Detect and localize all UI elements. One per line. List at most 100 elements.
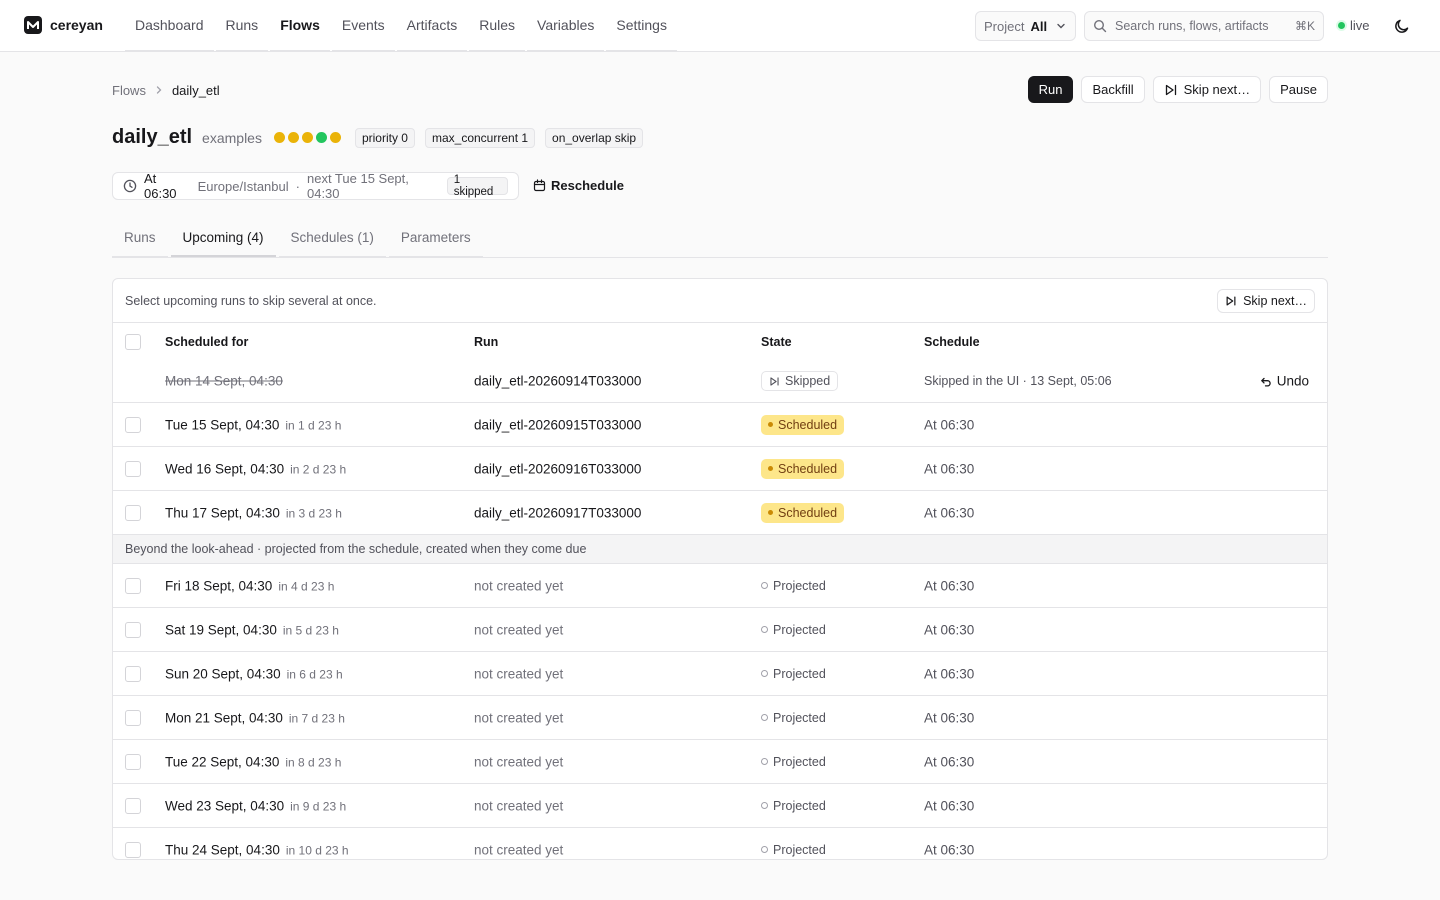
page-title: daily_etl xyxy=(112,126,193,148)
select-all-checkbox[interactable] xyxy=(125,333,141,350)
row-checkbox[interactable] xyxy=(125,621,141,638)
upcoming-runs-card: Select upcoming runs to skip several at … xyxy=(112,278,1328,860)
nav-item-runs[interactable]: Runs xyxy=(215,0,269,51)
live-status-dot-icon xyxy=(1338,22,1345,29)
row-checkbox[interactable] xyxy=(125,841,141,858)
brand[interactable]: cereyan xyxy=(24,16,103,34)
state-badge-projected: Projected xyxy=(761,796,826,816)
table-row-skipped: Mon 14 Sept, 04:30 daily_etl-20260914T03… xyxy=(113,360,1327,403)
schedule-info: At 06:30 xyxy=(924,578,975,593)
row-checkbox[interactable] xyxy=(125,709,141,726)
relative-time: in 3 d 23 h xyxy=(285,506,342,520)
search-input[interactable] xyxy=(1115,19,1287,33)
table-row-projected: Wed 23 Sept, 04:30 in 9 d 23 h not create… xyxy=(113,784,1327,828)
state-badge-skipped: Skipped xyxy=(761,371,839,391)
row-checkbox[interactable] xyxy=(125,577,141,594)
run-name: not created yet xyxy=(474,798,564,813)
tab-parameters[interactable]: Parameters xyxy=(388,222,483,257)
run-name[interactable]: daily_etl-20260916T033000 xyxy=(474,461,641,476)
bulk-skip-hint: Select upcoming runs to skip several at … xyxy=(125,293,377,308)
schedule-next: next Tue 15 Sept, 04:30 xyxy=(306,171,409,201)
breadcrumb-flows-link[interactable]: Flows xyxy=(112,83,146,98)
schedule-info: At 06:30 xyxy=(924,622,975,637)
project-select-value: All xyxy=(1030,18,1048,34)
row-checkbox[interactable] xyxy=(125,753,141,770)
schedule-info: At 06:30 xyxy=(924,754,975,769)
state-dot-icon xyxy=(761,626,768,633)
state-dot-icon xyxy=(768,466,773,471)
schedule-separator: · xyxy=(295,178,300,194)
run-name[interactable]: daily_etl-20260917T033000 xyxy=(474,505,641,520)
skip-next-button[interactable]: Skip next… xyxy=(1152,76,1262,103)
skip-forward-icon xyxy=(769,376,780,387)
state-badge-scheduled: Scheduled xyxy=(761,414,845,435)
state-dot-icon xyxy=(761,670,768,677)
table-row-projected: Mon 21 Sept, 04:30 in 7 d 23 h not create… xyxy=(113,696,1327,740)
recent-run-states xyxy=(273,132,341,143)
state-badge-projected: Projected xyxy=(761,840,826,860)
run-name[interactable]: daily_etl-20260915T033000 xyxy=(474,417,641,432)
run-state-dot xyxy=(315,132,327,143)
pause-button[interactable]: Pause xyxy=(1269,76,1328,103)
nav-item-settings[interactable]: Settings xyxy=(606,0,677,51)
run-button[interactable]: Run xyxy=(1027,76,1074,103)
table-row-projected: Sun 20 Sept, 04:30 in 6 d 23 h not create… xyxy=(113,652,1327,696)
tab-runs[interactable]: Runs xyxy=(112,222,168,257)
top-navigation-bar: cereyan Dashboard Runs Flows Events Arti… xyxy=(0,0,1440,52)
schedule-summary: At 06:30 Europe/Istanbul · next Tue 15 S… xyxy=(112,171,519,201)
column-header-schedule: Schedule xyxy=(924,334,980,349)
backfill-button[interactable]: Backfill xyxy=(1081,76,1145,103)
run-name: not created yet xyxy=(474,754,564,769)
clock-icon xyxy=(123,179,137,193)
row-checkbox[interactable] xyxy=(125,460,141,477)
row-checkbox[interactable] xyxy=(125,665,141,682)
skip-forward-icon xyxy=(1225,295,1237,307)
nav-item-flows[interactable]: Flows xyxy=(270,0,330,51)
row-checkbox[interactable] xyxy=(125,504,141,521)
state-dot-icon xyxy=(761,714,768,721)
upcoming-card-header: Select upcoming runs to skip several at … xyxy=(113,279,1327,323)
scheduled-time: Sun 20 Sept, 04:30 in 6 d 23 h xyxy=(165,666,343,681)
scheduled-time: Thu 24 Sept, 04:30 in 10 d 23 h xyxy=(165,842,349,857)
state-dot-icon xyxy=(761,846,768,853)
nav-item-events[interactable]: Events xyxy=(331,0,395,51)
state-label: Skipped xyxy=(785,374,831,388)
table-row-projected: Thu 24 Sept, 04:30 in 10 d 23 h not creat… xyxy=(113,828,1327,860)
relative-time: in 4 d 23 h xyxy=(278,579,335,593)
state-dot-icon xyxy=(768,422,773,427)
schedule-info: At 06:30 xyxy=(924,505,975,520)
skip-next-label: Skip next… xyxy=(1183,82,1251,97)
tab-schedules[interactable]: Schedules (1) xyxy=(278,222,386,257)
row-checkbox[interactable] xyxy=(125,416,141,433)
theme-toggle-button[interactable] xyxy=(1392,16,1412,36)
chevron-down-icon xyxy=(1055,20,1067,32)
run-name[interactable]: daily_etl-20260914T033000 xyxy=(474,374,641,389)
lookahead-note: Beyond the look-ahead · projected from t… xyxy=(113,535,1327,564)
relative-time: in 6 d 23 h xyxy=(286,667,343,681)
scheduled-time: Wed 23 Sept, 04:30 in 9 d 23 h xyxy=(165,798,347,813)
skip-forward-icon xyxy=(1164,83,1178,97)
tab-upcoming[interactable]: Upcoming (4) xyxy=(170,222,276,257)
flow-workspace: examples xyxy=(202,129,262,146)
bulk-skip-next-button[interactable]: Skip next… xyxy=(1217,288,1315,313)
nav-item-rules[interactable]: Rules xyxy=(469,0,526,51)
schedule-info: Skipped in the UI · 13 Sept, 05:06 xyxy=(924,374,1112,388)
schedule-info: At 06:30 xyxy=(924,461,975,476)
nav-item-variables[interactable]: Variables xyxy=(527,0,605,51)
state-dot-icon xyxy=(761,758,768,765)
project-select[interactable]: Project All xyxy=(975,11,1076,41)
nav-item-dashboard[interactable]: Dashboard xyxy=(125,0,214,51)
state-dot-icon xyxy=(768,510,773,515)
calendar-icon xyxy=(533,179,546,192)
reschedule-button[interactable]: Reschedule xyxy=(533,178,624,193)
tag-max-concurrent: max_concurrent 1 xyxy=(424,127,536,148)
relative-time: in 9 d 23 h xyxy=(290,799,347,813)
nav-item-artifacts[interactable]: Artifacts xyxy=(396,0,468,51)
relative-time: in 5 d 23 h xyxy=(282,623,339,637)
live-label: live xyxy=(1350,18,1370,33)
column-header-state: State xyxy=(761,334,792,349)
undo-skip-button[interactable]: Undo xyxy=(1260,374,1309,389)
row-checkbox[interactable] xyxy=(125,797,141,814)
global-search[interactable]: ⌘K xyxy=(1084,11,1324,41)
column-header-scheduled-for: Scheduled for xyxy=(165,334,249,349)
